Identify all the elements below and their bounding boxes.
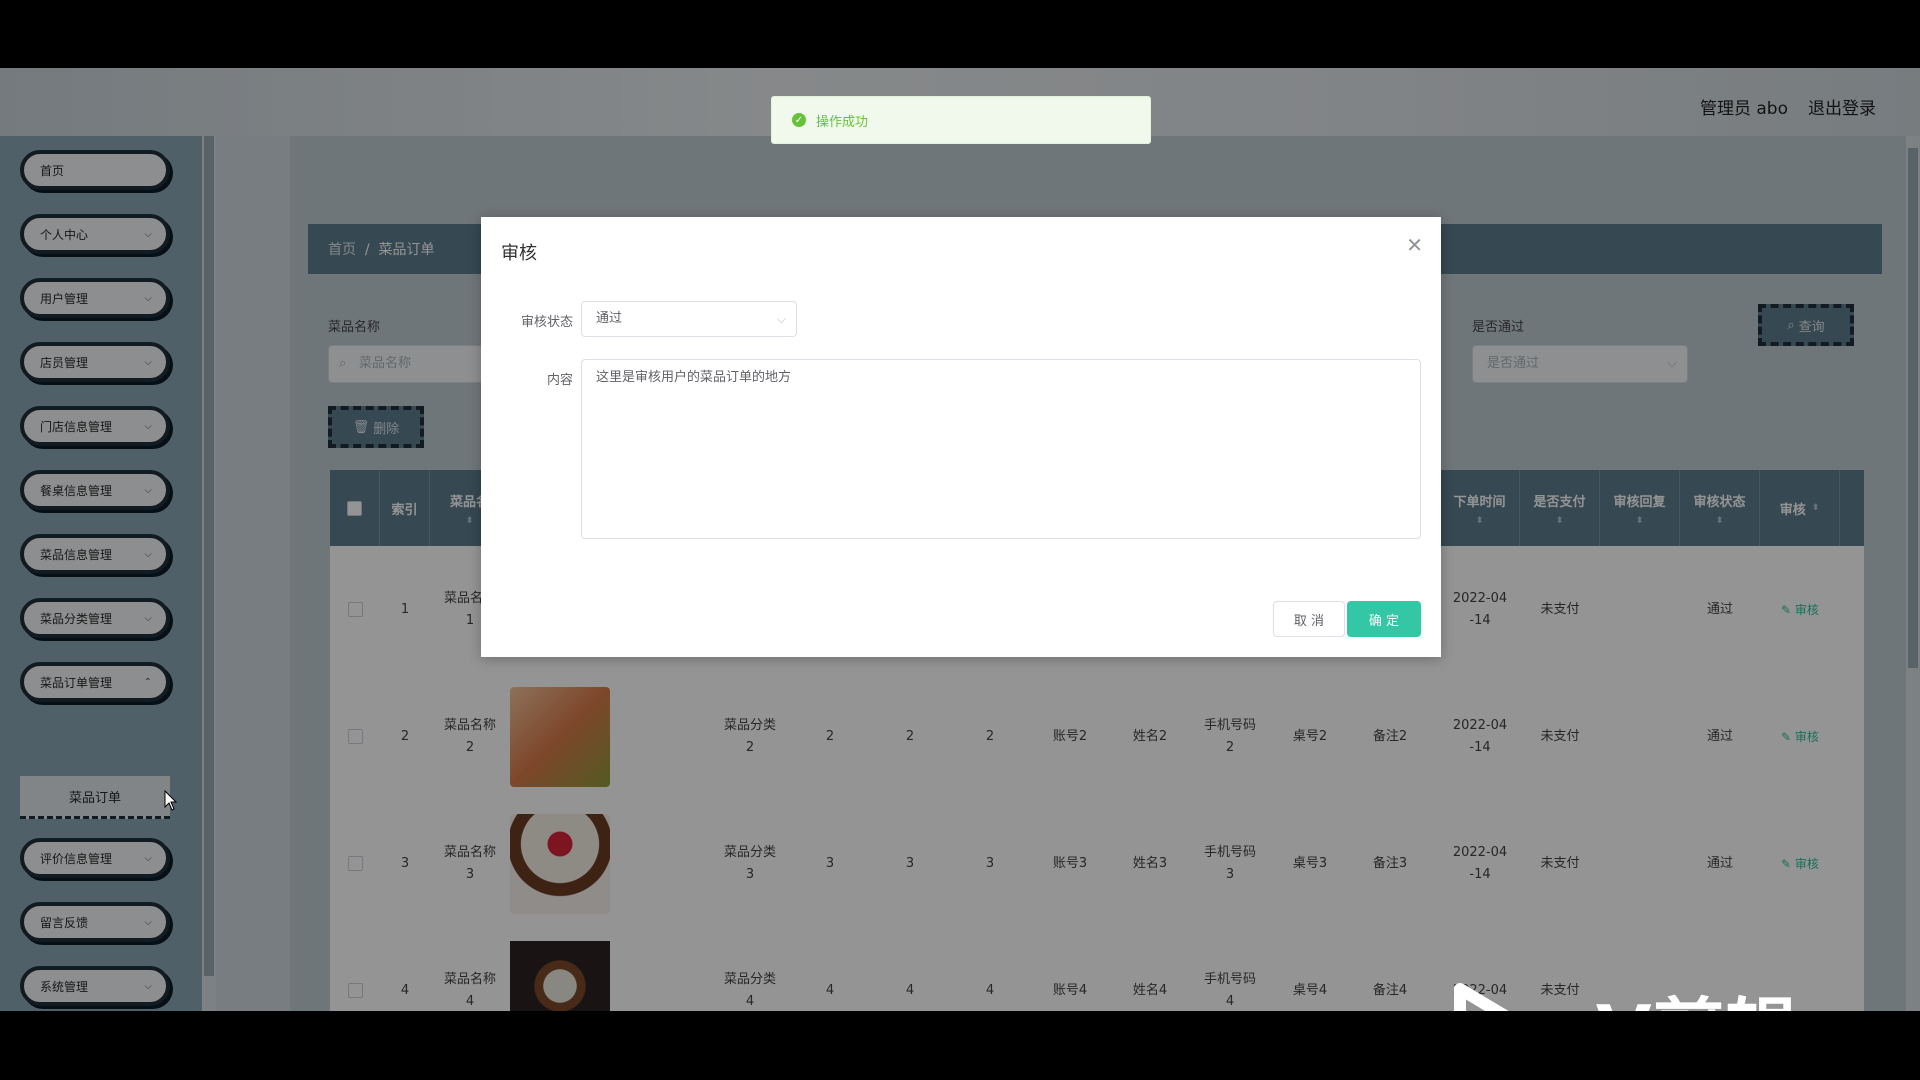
audit-status-value: 通过 <box>596 311 623 326</box>
content-label: 内容 <box>546 373 573 388</box>
watermark: eV剪辑 <box>1452 973 1799 1011</box>
success-toast: ✓ 操作成功 <box>771 96 1151 144</box>
play-logo-icon <box>1454 982 1510 1011</box>
audit-status-label: 审核状态 <box>520 315 573 330</box>
check-circle-icon: ✓ <box>792 113 806 127</box>
chevron-down-icon: ⌵ <box>776 312 786 326</box>
cancel-button[interactable]: 取 消 <box>1273 601 1345 637</box>
audit-dialog: 审核 ✕ 审核状态 通过 ⌵ 内容 这里是审核用户的菜品订单的地方 取 消 确 … <box>481 217 1441 657</box>
confirm-button[interactable]: 确 定 <box>1347 601 1421 637</box>
toast-message: 操作成功 <box>816 114 869 130</box>
watermark-text: eV剪辑 <box>1546 973 1799 1011</box>
content-textarea[interactable]: 这里是审核用户的菜品订单的地方 <box>581 359 1421 539</box>
app-window: 管理员 abo 退出登录 首页 个人中心 ⌵ 用户管理 ⌵ 店员管理 ⌵ 门店信息管理… <box>0 68 1920 1011</box>
close-icon[interactable]: ✕ <box>1406 233 1423 257</box>
dialog-title: 审核 <box>501 243 537 264</box>
audit-status-select[interactable]: 通过 ⌵ <box>581 301 797 337</box>
mouse-cursor-icon <box>164 790 178 811</box>
